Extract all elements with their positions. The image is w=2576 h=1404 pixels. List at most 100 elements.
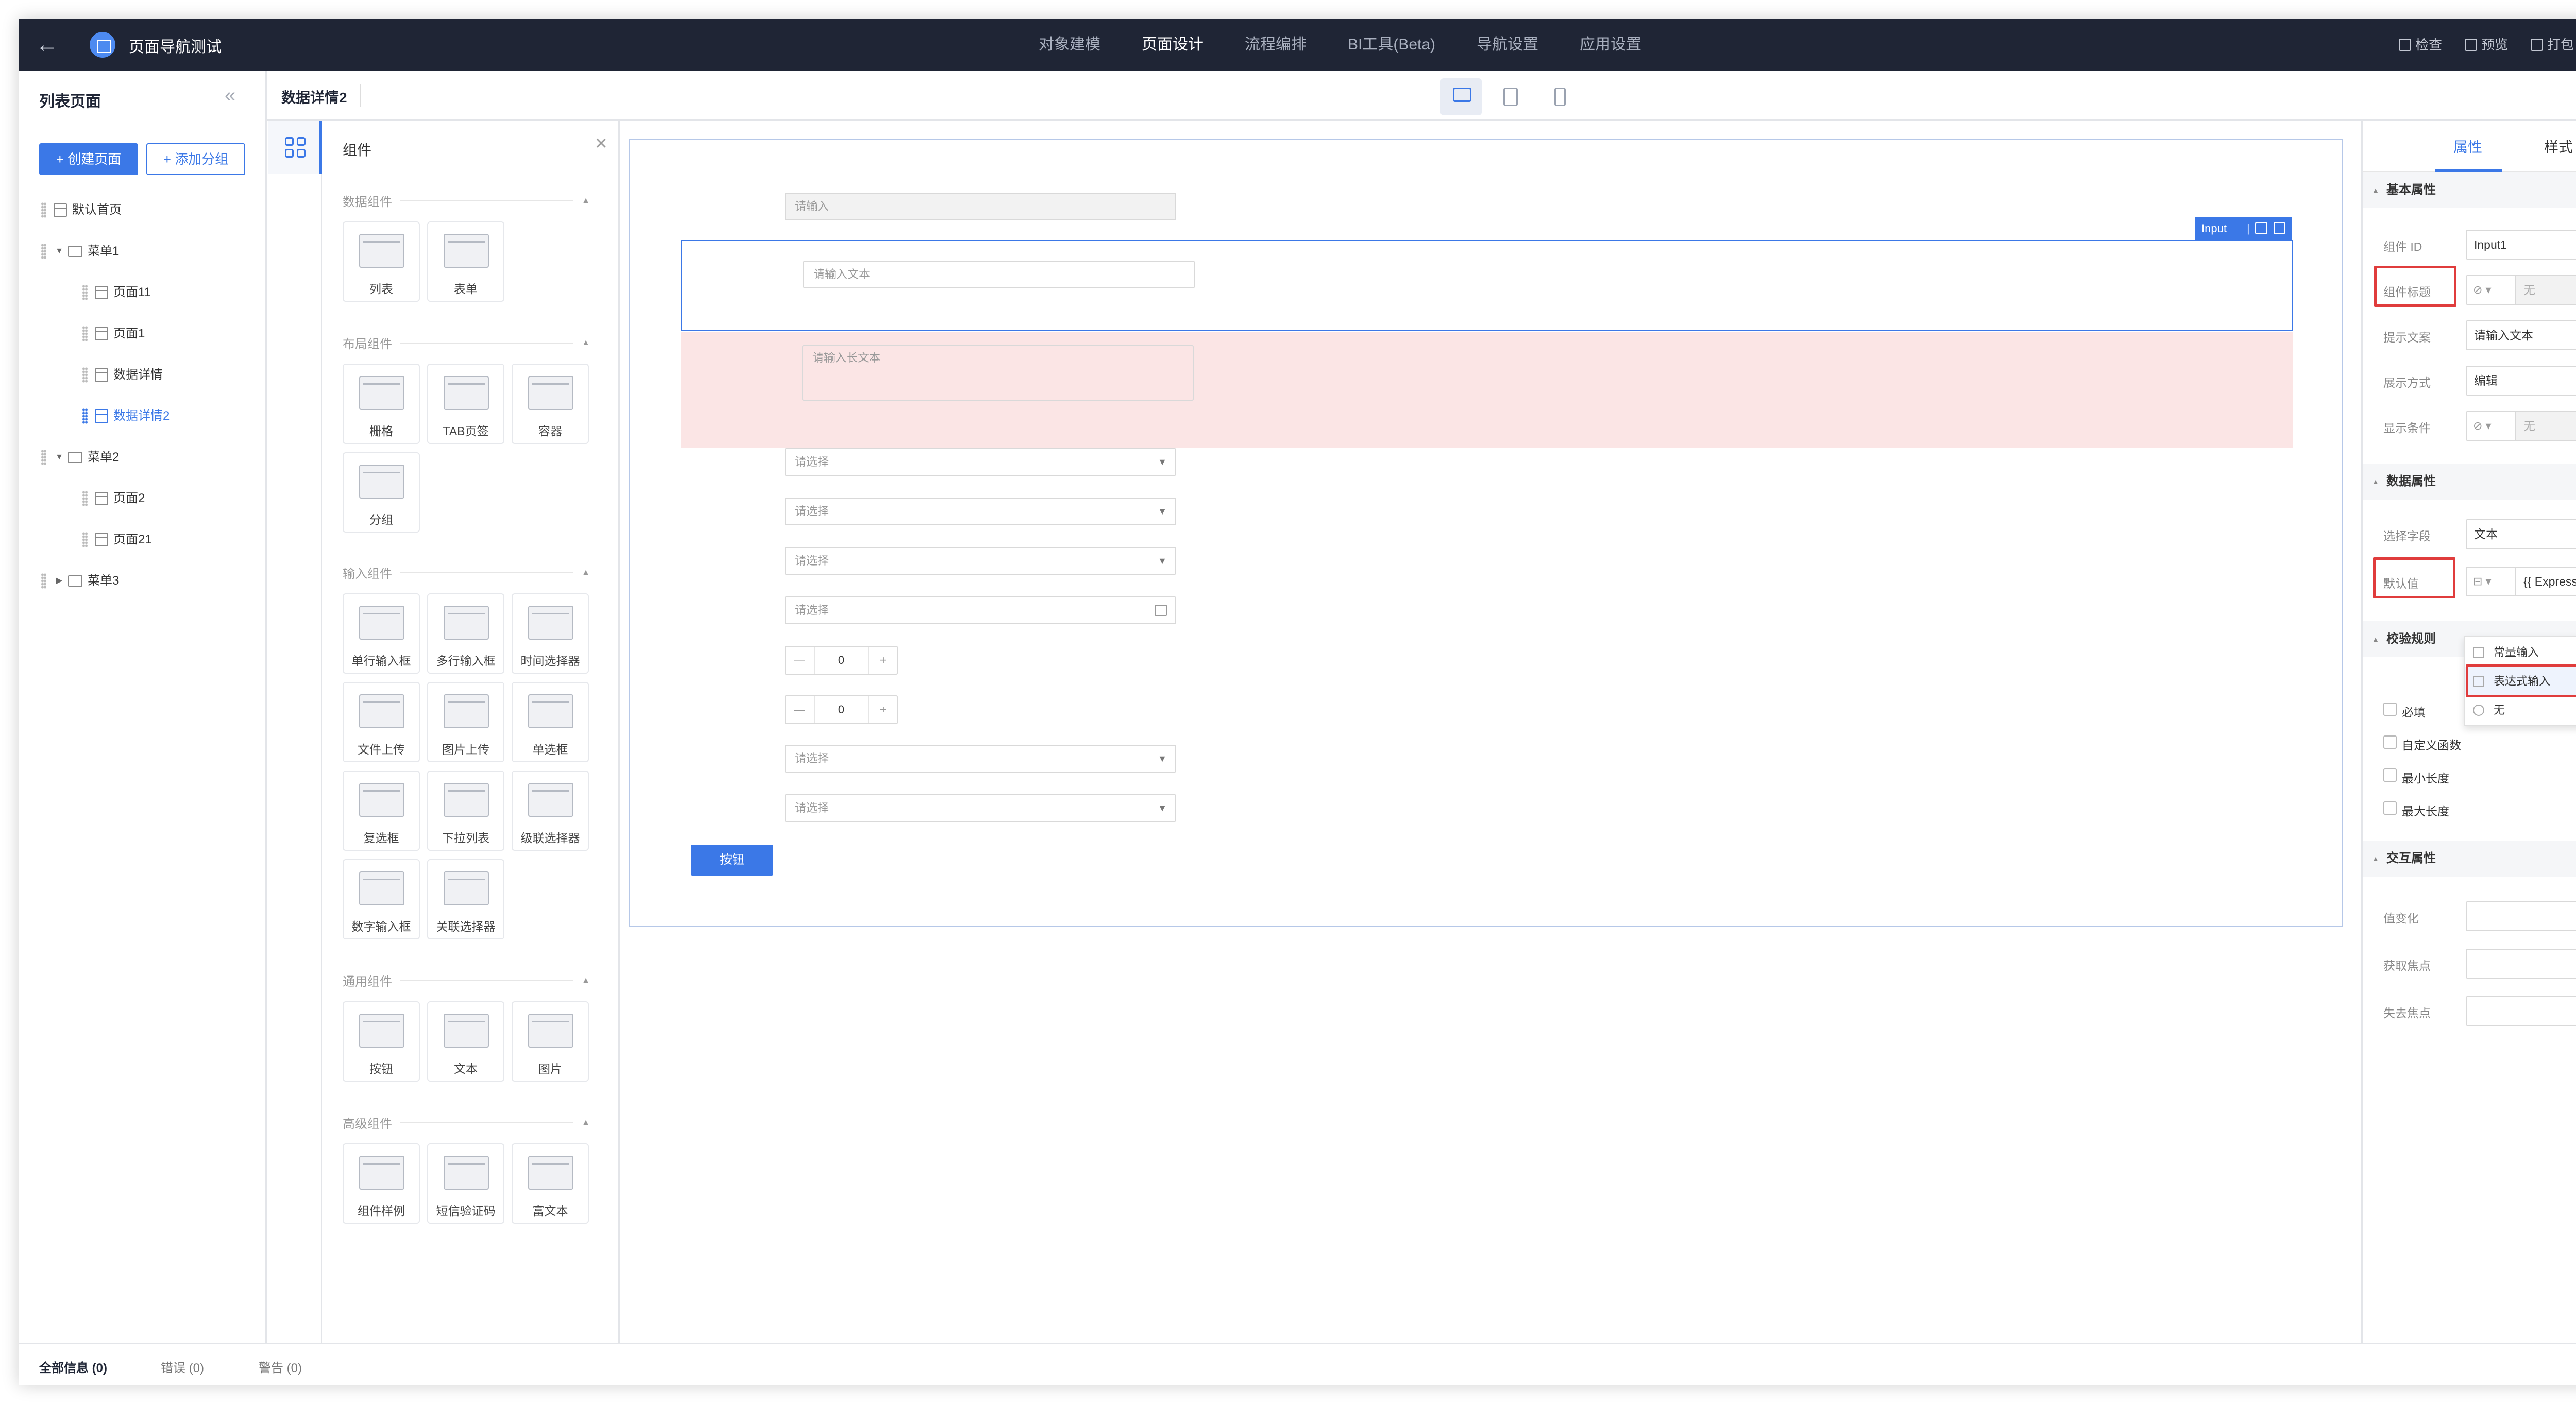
canvas-text-input[interactable]: 请输入文本 <box>803 261 1195 288</box>
section-data-components[interactable]: 数据组件 ▲ <box>343 192 590 210</box>
canvas-date-picker[interactable]: 请选择 <box>785 596 1176 624</box>
component-container[interactable]: 容器 <box>512 364 589 444</box>
tree-item-default-home[interactable]: 默认首页 <box>41 200 122 220</box>
canvas-number-stepper-1[interactable]: —0 + <box>785 646 898 675</box>
component-group[interactable]: 分组 <box>343 452 420 533</box>
component-tab[interactable]: TAB页签 <box>427 364 504 444</box>
delete-icon[interactable] <box>2274 222 2285 234</box>
component-list[interactable]: 列表 <box>343 221 420 302</box>
component-cascader[interactable]: 级联选择器 <box>512 771 589 851</box>
caret-down-icon[interactable]: ▼ <box>54 241 65 262</box>
min-length-checkbox[interactable] <box>2383 768 2397 782</box>
component-checkbox[interactable]: 复选框 <box>343 771 420 851</box>
tree-item-menu3[interactable]: ▶ 菜单3 <box>41 571 119 591</box>
default-value-field[interactable]: ⊟ ▾ {{ Expression }} ··· <box>2466 567 2576 596</box>
caret-right-icon[interactable]: ▶ <box>54 571 65 591</box>
component-relation-picker[interactable]: 关联选择器 <box>427 859 504 939</box>
drag-handle-icon[interactable] <box>41 573 46 589</box>
component-multi-line-input[interactable]: 多行输入框 <box>427 593 504 674</box>
select-field-input[interactable]: 文本··· <box>2466 519 2576 549</box>
display-condition-field[interactable]: ⊘ ▾ 无 <box>2466 411 2576 441</box>
component-time-picker[interactable]: 时间选择器 <box>512 593 589 674</box>
drag-handle-icon[interactable] <box>82 367 88 383</box>
desktop-view-button[interactable] <box>1440 78 1482 115</box>
nav-object-modeling[interactable]: 对象建模 <box>1018 19 1121 71</box>
stepper-value[interactable]: 0 <box>814 647 869 674</box>
drag-handle-icon[interactable] <box>41 202 46 218</box>
plus-icon[interactable]: + <box>869 696 897 723</box>
default-mode-toggle[interactable]: ⊟ ▾ <box>2467 568 2516 595</box>
mobile-view-button[interactable] <box>1539 78 1581 115</box>
components-tab-button[interactable] <box>268 121 322 174</box>
tree-item-page21[interactable]: 页面21 <box>82 529 152 550</box>
max-length-checkbox[interactable] <box>2383 801 2397 815</box>
preview-button[interactable]: 预览 <box>2464 19 2508 71</box>
custom-function-checkbox[interactable] <box>2383 735 2397 749</box>
tree-item-menu1[interactable]: ▼ 菜单1 <box>41 241 119 262</box>
add-group-button[interactable]: + 添加分组 <box>146 143 245 175</box>
nav-page-design[interactable]: 页面设计 <box>1121 19 1224 71</box>
group-interaction-properties[interactable]: 交互属性 <box>2363 841 2576 877</box>
canvas-select-5[interactable]: 请选择 ▼ <box>785 794 1176 822</box>
tree-item-data-detail2[interactable]: 数据详情2 <box>82 406 170 426</box>
errors-tab[interactable]: 错误 (0) <box>161 1358 204 1376</box>
component-file-upload[interactable]: 文件上传 <box>343 682 420 762</box>
canvas-input-disabled[interactable]: 请输入 <box>785 193 1176 220</box>
nav-navigation-settings[interactable]: 导航设置 <box>1456 19 1559 71</box>
tab-attributes[interactable]: 属性 <box>2453 136 2482 157</box>
condition-mode-toggle[interactable]: ⊘ ▾ <box>2467 412 2516 440</box>
canvas-select-2[interactable]: 请选择 ▼ <box>785 498 1176 525</box>
component-dropdown[interactable]: 下拉列表 <box>427 771 504 851</box>
canvas-select-4[interactable]: 请选择 ▼ <box>785 745 1176 773</box>
caret-down-icon[interactable]: ▼ <box>54 447 65 468</box>
component-sample[interactable]: 组件样例 <box>343 1143 420 1224</box>
component-text[interactable]: 文本 <box>427 1001 504 1082</box>
component-form[interactable]: 表单 <box>427 221 504 302</box>
tree-item-page11[interactable]: 页面11 <box>82 282 151 303</box>
on-change-input[interactable]: ··· <box>2466 901 2576 931</box>
selected-input-outline[interactable]: Input | 请输入文本 <box>681 217 2293 331</box>
component-title-field[interactable]: ⊘ ▾ 无 <box>2466 275 2576 305</box>
canvas-select-3[interactable]: 请选择 ▼ <box>785 547 1176 575</box>
component-sms-code[interactable]: 短信验证码 <box>427 1143 504 1224</box>
group-data-properties[interactable]: 数据属性 <box>2363 464 2576 500</box>
tree-item-page2[interactable]: 页面2 <box>82 488 145 509</box>
tree-item-page1[interactable]: 页面1 <box>82 323 145 344</box>
group-basic-properties[interactable]: 基本属性 <box>2363 172 2576 208</box>
drag-handle-icon[interactable] <box>82 491 88 506</box>
drag-handle-icon[interactable] <box>41 244 46 259</box>
section-layout-components[interactable]: 布局组件 ▲ <box>343 334 590 352</box>
drag-handle-icon[interactable] <box>82 408 88 424</box>
tree-item-menu2[interactable]: ▼ 菜单2 <box>41 447 119 468</box>
check-button[interactable]: 检查 <box>2398 19 2442 71</box>
minus-icon[interactable]: — <box>786 696 814 723</box>
design-canvas[interactable]: 请输入 Input | 请输入文本 请输入长文本 请选择 ▼ 请选择 ▼ 请选择 ▼ … <box>629 139 2343 927</box>
warnings-tab[interactable]: 警告 (0) <box>259 1358 302 1376</box>
canvas-button[interactable]: 按钮 <box>691 845 773 876</box>
component-single-line-input[interactable]: 单行输入框 <box>343 593 420 674</box>
canvas-select-1[interactable]: 请选择 ▼ <box>785 448 1176 476</box>
tablet-view-button[interactable] <box>1490 78 1531 115</box>
hint-text-input[interactable]: 请输入文本 <box>2466 320 2576 350</box>
stepper-value[interactable]: 0 <box>814 696 869 723</box>
drag-handle-icon[interactable] <box>82 326 88 341</box>
section-advanced-components[interactable]: 高级组件 ▲ <box>343 1114 590 1132</box>
section-common-components[interactable]: 通用组件 ▲ <box>343 971 590 989</box>
all-messages-tab[interactable]: 全部信息 (0) <box>39 1358 107 1376</box>
canvas-textarea[interactable]: 请输入长文本 <box>802 345 1194 401</box>
minus-icon[interactable]: — <box>786 647 814 674</box>
on-focus-input[interactable]: ··· <box>2466 949 2576 979</box>
nav-bi-tool[interactable]: BI工具(Beta) <box>1327 19 1456 71</box>
create-page-button[interactable]: + 创建页面 <box>39 143 138 175</box>
on-blur-input[interactable]: ··· <box>2466 996 2576 1026</box>
component-radio[interactable]: 单选框 <box>512 682 589 762</box>
menu-item-none[interactable]: 无 <box>2465 696 2576 724</box>
component-image[interactable]: 图片 <box>512 1001 589 1082</box>
tab-data-detail2[interactable]: 数据详情2 <box>281 87 347 107</box>
component-rich-text[interactable]: 富文本 <box>512 1143 589 1224</box>
component-image-upload[interactable]: 图片上传 <box>427 682 504 762</box>
canvas-number-stepper-2[interactable]: —0 + <box>785 695 898 724</box>
component-number-input[interactable]: 数字输入框 <box>343 859 420 939</box>
required-checkbox[interactable] <box>2383 703 2397 716</box>
drag-handle-icon[interactable] <box>82 532 88 547</box>
